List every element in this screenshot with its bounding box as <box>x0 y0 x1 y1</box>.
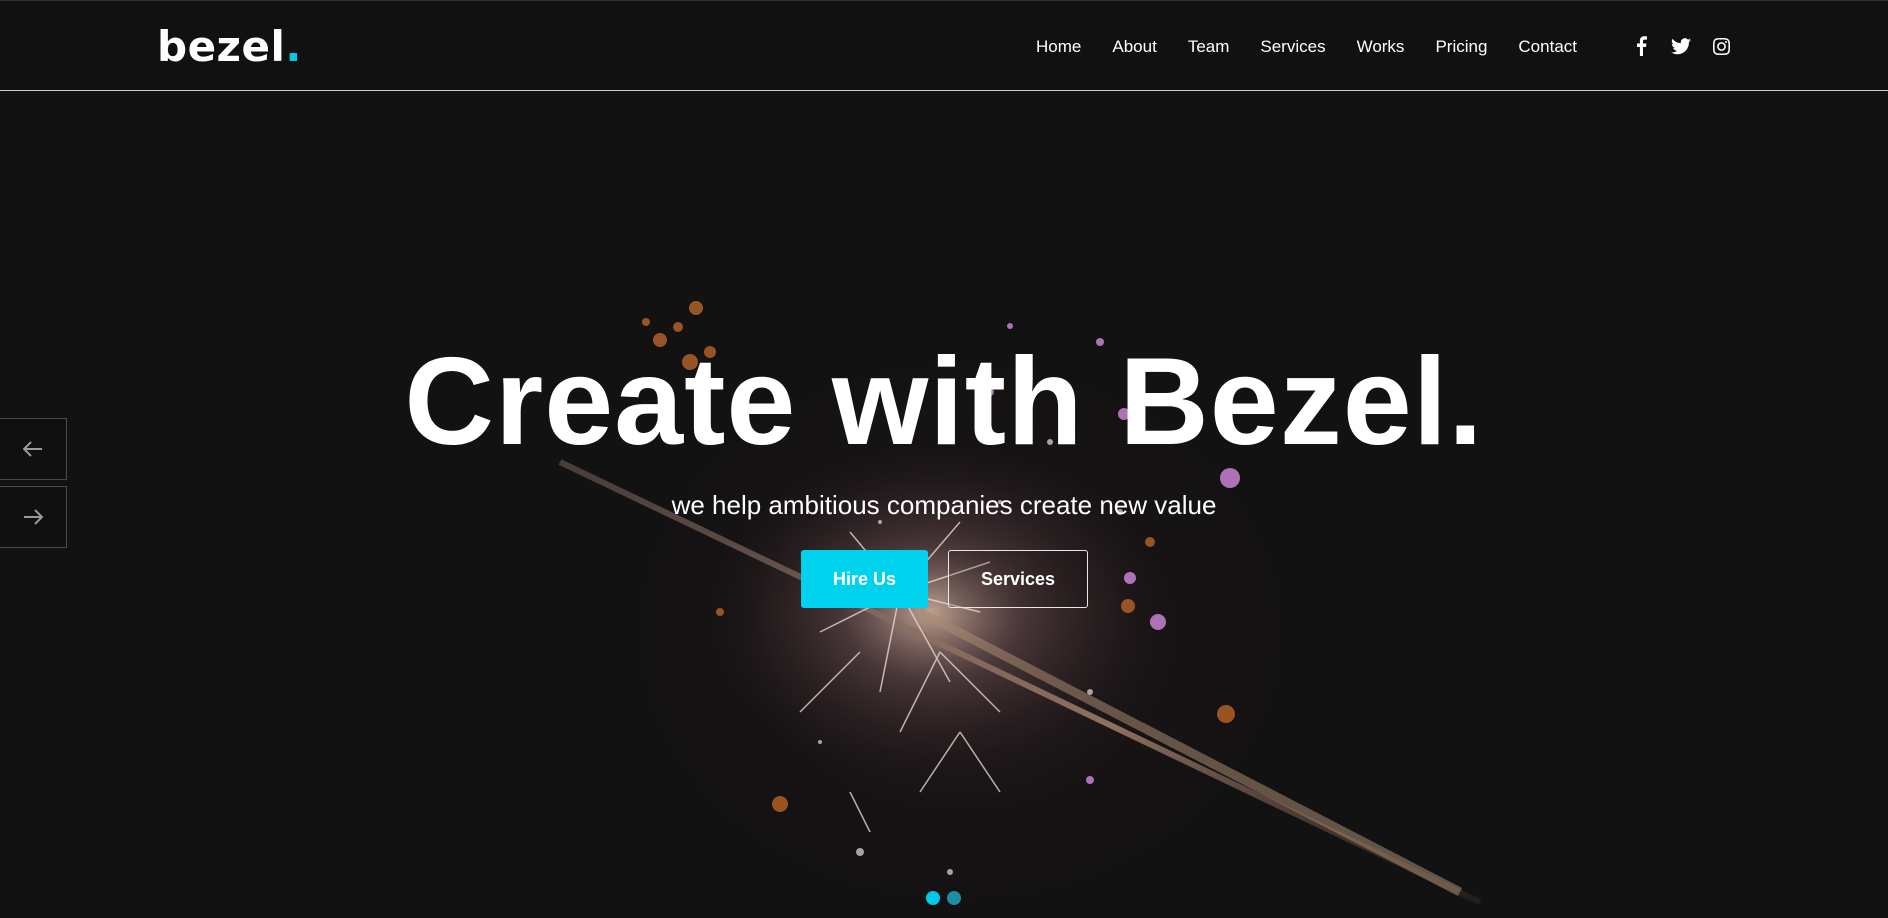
site-header: bezel. Home About Team Services Works Pr… <box>0 0 1888 91</box>
nav-item-team[interactable]: Team <box>1188 36 1230 58</box>
slider-next-button[interactable] <box>0 486 67 548</box>
logo[interactable]: bezel. <box>157 21 302 73</box>
facebook-icon[interactable] <box>1630 34 1652 58</box>
nav-item-about[interactable]: About <box>1112 36 1156 58</box>
twitter-icon[interactable] <box>1670 34 1692 58</box>
slide-dot-1[interactable] <box>926 891 940 905</box>
page: bezel. Home About Team Services Works Pr… <box>0 0 1888 918</box>
main-nav: Home About Team Services Works Pricing C… <box>1005 36 1577 58</box>
nav-item-works[interactable]: Works <box>1357 36 1405 58</box>
hero-subline: we help ambitious companies create new v… <box>671 490 1217 520</box>
services-button[interactable]: Services <box>948 550 1088 608</box>
slider-pagination <box>926 891 968 905</box>
logo-dot: . <box>285 22 302 71</box>
arrow-left-icon <box>23 441 42 457</box>
nav-item-home[interactable]: Home <box>1036 36 1081 58</box>
instagram-icon[interactable] <box>1710 34 1732 58</box>
social-links <box>1630 34 1750 58</box>
slider-prev-button[interactable] <box>0 418 67 480</box>
logo-text: bezel <box>157 22 286 71</box>
arrow-right-icon <box>24 509 43 525</box>
slide-dot-2[interactable] <box>947 891 961 905</box>
nav-item-services[interactable]: Services <box>1260 36 1325 58</box>
nav-item-contact[interactable]: Contact <box>1518 36 1577 58</box>
nav-item-pricing[interactable]: Pricing <box>1435 36 1487 58</box>
hero-headline: Create with Bezel. <box>404 333 1484 471</box>
hero-section: Create with Bezel. we help ambitious com… <box>0 92 1888 918</box>
hire-us-button[interactable]: Hire Us <box>801 550 928 608</box>
